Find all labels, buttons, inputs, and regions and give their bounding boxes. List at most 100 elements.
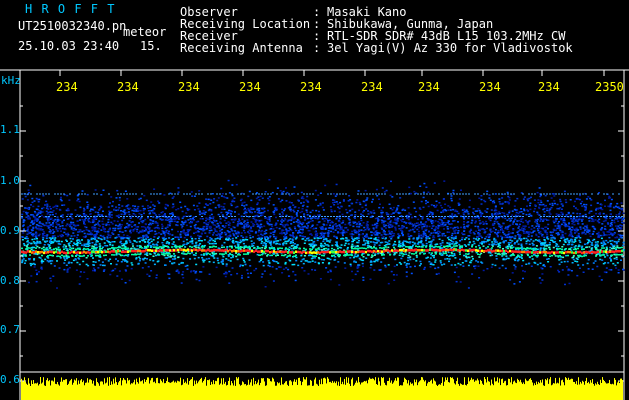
noise-pixel	[236, 225, 239, 227]
noise-pixel	[413, 190, 416, 193]
noise-pixel	[381, 228, 384, 230]
noise-pixel	[542, 218, 545, 220]
noise-pixel	[329, 239, 332, 241]
noise-pixel	[435, 200, 438, 202]
noise-pixel	[122, 210, 125, 213]
noise-pixel	[263, 210, 266, 213]
noise-pixel	[566, 243, 569, 246]
noise-pixel	[419, 241, 422, 243]
noise-pixel	[390, 213, 393, 215]
noise-pixel	[81, 218, 84, 221]
noise-pixel	[203, 206, 206, 209]
noise-pixel	[362, 279, 365, 281]
noise-pixel	[201, 257, 204, 259]
noise-pixel	[275, 226, 278, 229]
noise-pixel	[165, 242, 168, 244]
noise-pixel	[274, 238, 277, 240]
noise-pixel	[600, 279, 603, 281]
noise-pixel	[622, 222, 625, 224]
noise-pixel	[241, 223, 243, 225]
noise-pixel	[215, 252, 218, 255]
noise-pixel	[532, 230, 535, 232]
noise-pixel	[528, 243, 531, 245]
noise-pixel	[208, 273, 211, 275]
noise-pixel	[338, 220, 341, 223]
noise-pixel	[139, 218, 142, 220]
noise-pixel	[588, 220, 591, 222]
noise-pixel	[448, 223, 451, 225]
noise-pixel	[153, 263, 156, 266]
noise-pixel	[463, 225, 466, 228]
noise-pixel	[385, 227, 387, 229]
noise-pixel	[557, 245, 560, 248]
noise-pixel	[141, 231, 144, 233]
noise-pixel	[405, 264, 408, 266]
noise-pixel	[383, 233, 386, 235]
noise-pixel	[556, 207, 559, 210]
noise-pixel	[315, 227, 318, 230]
noise-pixel	[519, 229, 521, 231]
noise-pixel	[114, 229, 117, 232]
noise-pixel	[224, 196, 227, 199]
noise-pixel	[145, 234, 148, 237]
noise-pixel	[262, 212, 265, 214]
noise-pixel	[289, 242, 292, 244]
noise-pixel	[333, 248, 336, 251]
noise-pixel	[367, 237, 370, 239]
noise-pixel	[428, 252, 431, 254]
noise-pixel	[154, 230, 157, 233]
noise-pixel	[274, 240, 277, 243]
noise-pixel	[149, 229, 151, 232]
noise-pixel	[230, 274, 233, 276]
noise-pixel	[387, 218, 390, 220]
noise-pixel	[208, 242, 211, 245]
noise-pixel	[52, 275, 55, 277]
noise-pixel	[564, 232, 567, 235]
noise-pixel	[231, 194, 234, 197]
noise-pixel	[301, 205, 304, 207]
noise-pixel	[97, 211, 100, 214]
noise-pixel	[489, 199, 492, 201]
noise-pixel	[434, 206, 437, 208]
noise-pixel	[223, 203, 226, 205]
noise-pixel	[223, 241, 226, 244]
noise-pixel	[220, 246, 223, 249]
noise-pixel	[576, 274, 579, 277]
noise-pixel	[287, 219, 290, 221]
noise-pixel	[434, 259, 437, 261]
noise-pixel	[498, 244, 500, 246]
noise-pixel	[299, 234, 302, 237]
noise-pixel	[607, 262, 610, 264]
noise-pixel	[70, 235, 73, 237]
noise-pixel	[335, 201, 338, 203]
noise-pixel	[284, 248, 287, 251]
noise-pixel	[575, 231, 578, 233]
noise-pixel	[83, 243, 86, 245]
noise-pixel	[271, 225, 274, 228]
noise-pixel	[168, 224, 171, 227]
noise-pixel	[522, 277, 524, 280]
noise-pixel	[536, 191, 539, 194]
noise-pixel	[474, 267, 477, 270]
noise-pixel	[402, 240, 405, 242]
noise-pixel	[236, 258, 239, 261]
noise-pixel	[144, 253, 147, 256]
noise-pixel	[610, 202, 613, 205]
noise-pixel	[241, 239, 244, 242]
noise-pixel	[107, 218, 110, 221]
noise-pixel	[194, 227, 197, 230]
noise-pixel	[262, 208, 265, 210]
noise-pixel	[245, 236, 248, 238]
noise-pixel	[494, 264, 497, 267]
noise-pixel	[519, 223, 521, 226]
noise-pixel	[21, 198, 24, 200]
noise-pixel	[472, 213, 475, 215]
noise-pixel	[329, 222, 332, 224]
noise-pixel	[94, 235, 97, 237]
noise-pixel	[167, 224, 169, 226]
noise-pixel	[470, 228, 472, 231]
noise-pixel	[79, 271, 82, 273]
noise-pixel	[570, 229, 573, 231]
noise-pixel	[101, 223, 104, 225]
noise-pixel	[354, 217, 356, 219]
